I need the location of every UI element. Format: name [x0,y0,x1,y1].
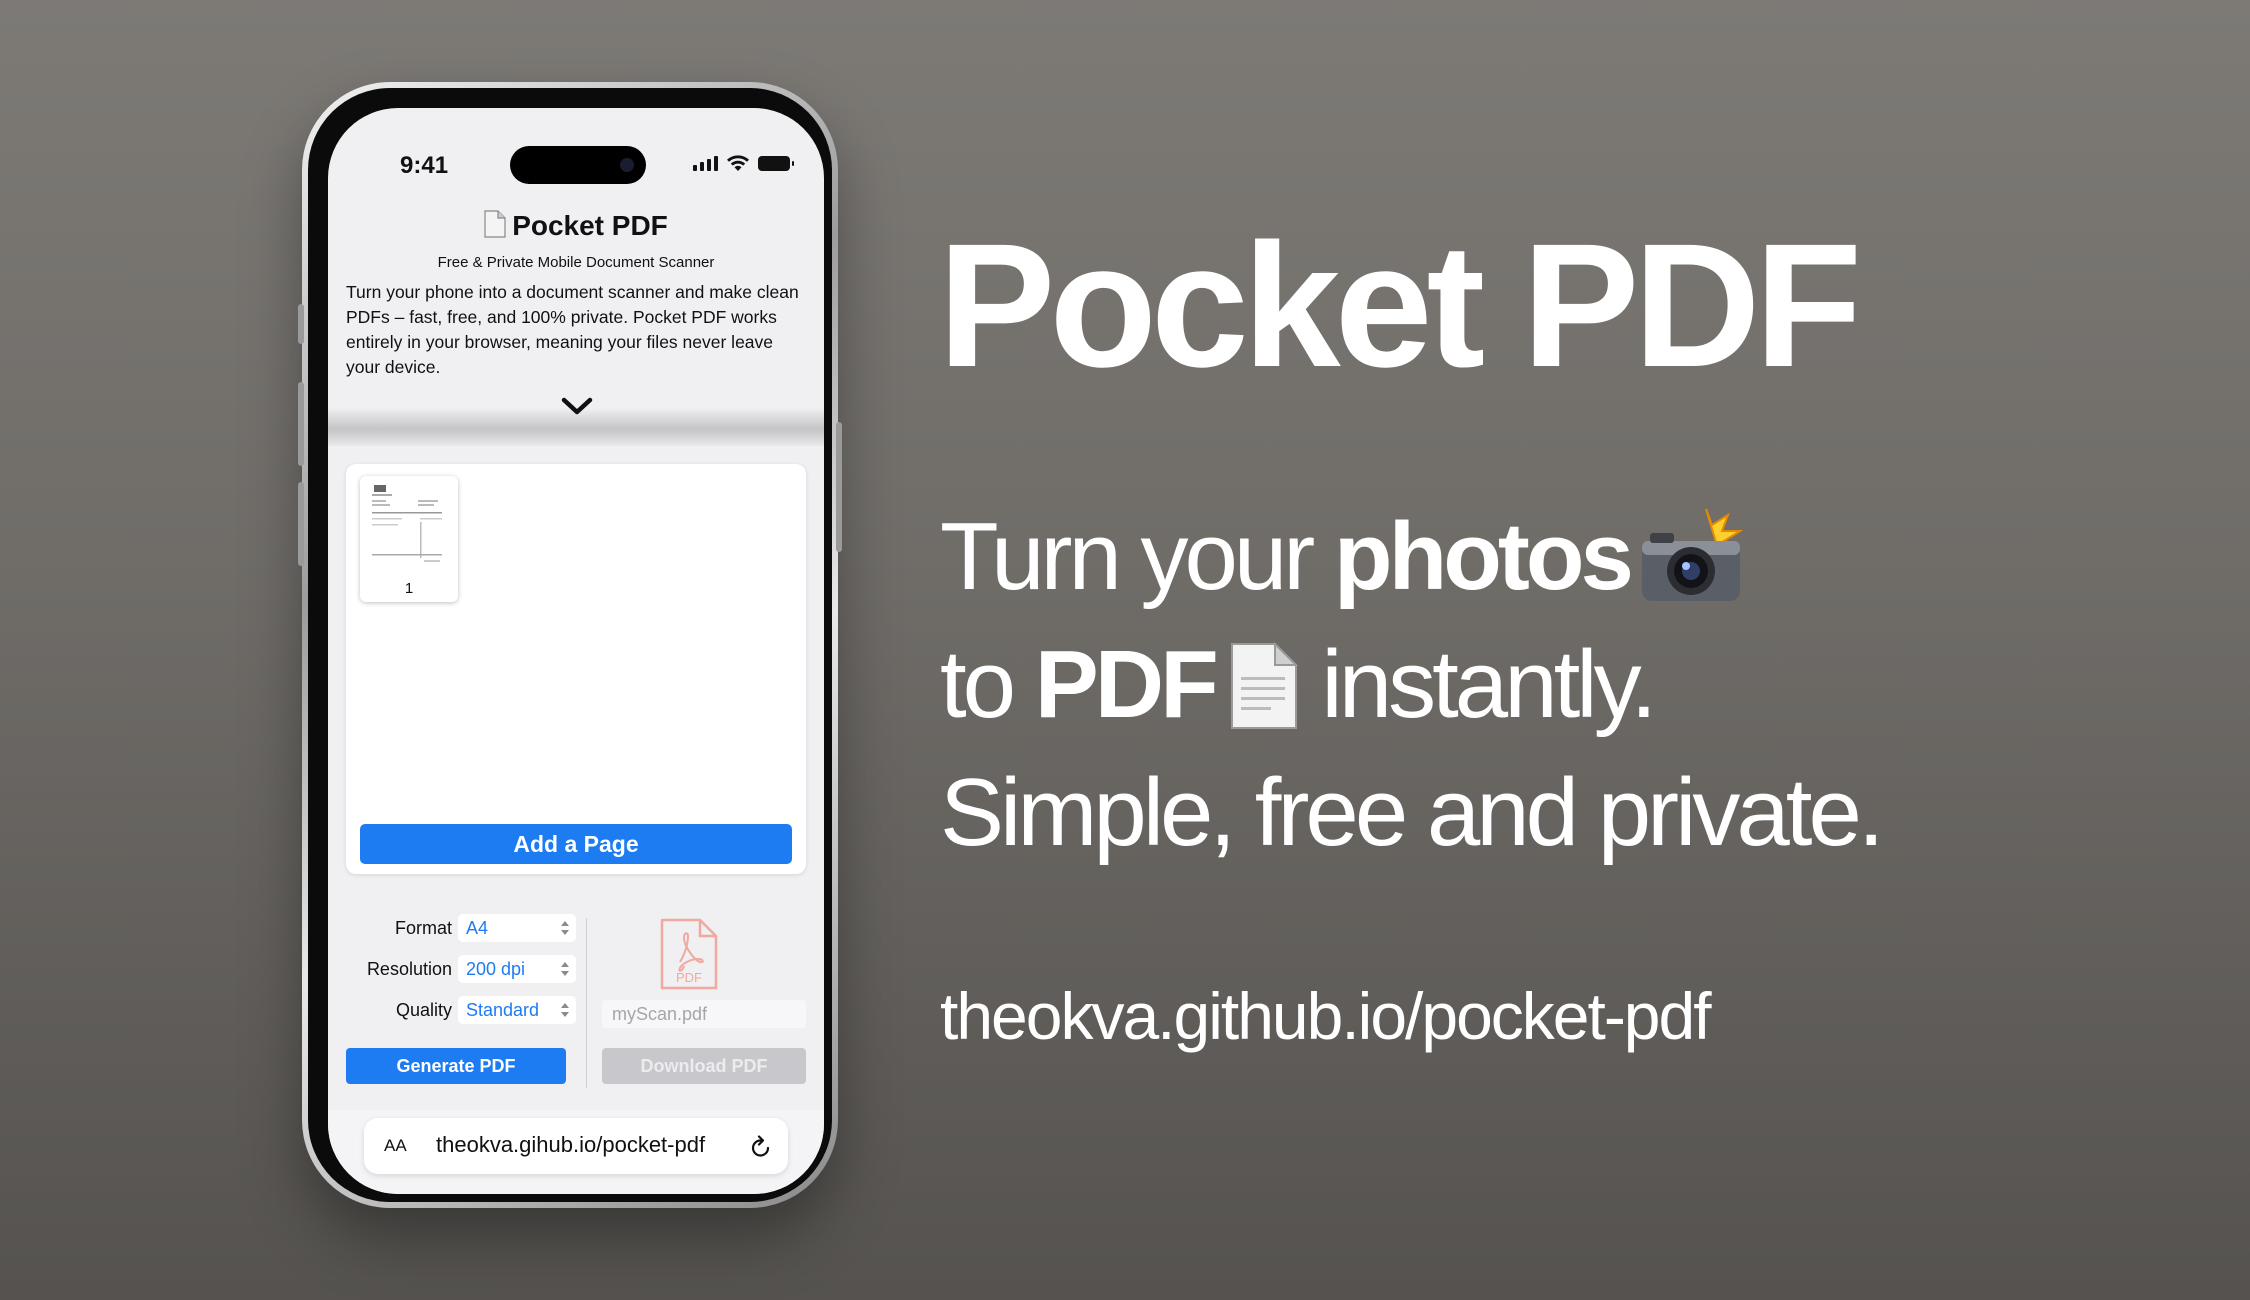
quality-row: Quality Standard [346,996,576,1037]
power-button [836,422,842,552]
tagline-highlight-photos: photos [1333,503,1634,610]
tagline-text: Turn your [940,503,1334,610]
volume-down-button [298,482,304,566]
tagline-line-1: Turn your photos [940,500,2200,628]
camera-dot [620,158,634,172]
resolution-row: Resolution 200 dpi [346,955,576,996]
document-icon [484,210,506,238]
resolution-select[interactable]: 200 dpi [458,955,576,983]
phone-screen: 9:41 Pocket PDF Free & Private Mobile Do… [328,108,824,1194]
resolution-label: Resolution [366,959,452,979]
quality-select[interactable]: Standard [458,996,576,1024]
tagline: Turn your photos to PDF instantly. Simpl… [940,500,2200,870]
pdf-icon-label: PDF [676,970,702,985]
dynamic-island [510,146,646,184]
quality-value: Standard [466,1000,540,1020]
battery-icon [758,155,794,171]
status-time: 9:41 [400,152,449,179]
pdf-settings: Format A4 Resolution 200 dpi Quality Sta… [346,914,576,1037]
add-page-button[interactable]: Add a Page [360,824,792,864]
wifi-icon [727,155,749,171]
website-url[interactable]: theokva.github.io/pocket-pdf [940,978,1712,1054]
hero-title: Pocket PDF [938,208,1862,404]
app-title-text: Pocket PDF [512,210,668,241]
format-select[interactable]: A4 [458,914,576,942]
select-arrows-icon [561,962,569,976]
phone-bezel: 9:41 Pocket PDF Free & Private Mobile Do… [308,88,832,1202]
reload-icon[interactable] [750,1134,772,1158]
status-icons [693,154,794,172]
app-subtitle: Free & Private Mobile Document Scanner [437,254,715,271]
pages-card: 1 Add a Page [346,464,806,874]
tagline-highlight-pdf: PDF [1034,631,1219,738]
settings-divider [586,918,587,1088]
select-arrows-icon [561,921,569,935]
page-number: 1 [404,580,414,597]
camera-flash-icon [1636,507,1748,628]
download-pdf-button[interactable]: Download PDF [602,1048,806,1084]
quality-label: Quality [395,1000,452,1020]
phone-mockup: 9:41 Pocket PDF Free & Private Mobile Do… [298,82,842,1208]
page-preview-image [372,485,442,562]
tagline-line-3: Simple, free and private. [940,759,1885,866]
page-facing-up-icon [1229,641,1299,756]
format-row: Format A4 [346,914,576,955]
pdf-file-icon: PDF [658,918,720,995]
address-bar[interactable]: AA theokva.gihub.io/pocket-pdf [364,1118,788,1174]
tagline-text: instantly. [1298,631,1657,738]
volume-up-button [298,382,304,466]
page-thumbnail[interactable]: 1 [360,476,458,602]
action-button [298,304,304,344]
reader-aa-button[interactable]: AA [384,1136,407,1156]
format-label: Format [394,918,452,938]
url-text: theokva.gihub.io/pocket-pdf [436,1132,706,1157]
tagline-text: to [940,631,1035,738]
format-value: A4 [466,918,489,938]
filename-input[interactable]: myScan.pdf [602,1000,806,1028]
app-intro-text: Turn your phone into a document scanner … [346,282,799,377]
app-title: Pocket PDF [328,210,824,242]
tagline-line-2: to PDF instantly. [940,628,2200,756]
cellular-signal-icon [693,155,718,171]
generate-pdf-button[interactable]: Generate PDF [346,1048,566,1084]
chevron-down-icon[interactable] [560,396,594,418]
resolution-value: 200 dpi [466,959,526,979]
select-arrows-icon [561,1003,569,1017]
